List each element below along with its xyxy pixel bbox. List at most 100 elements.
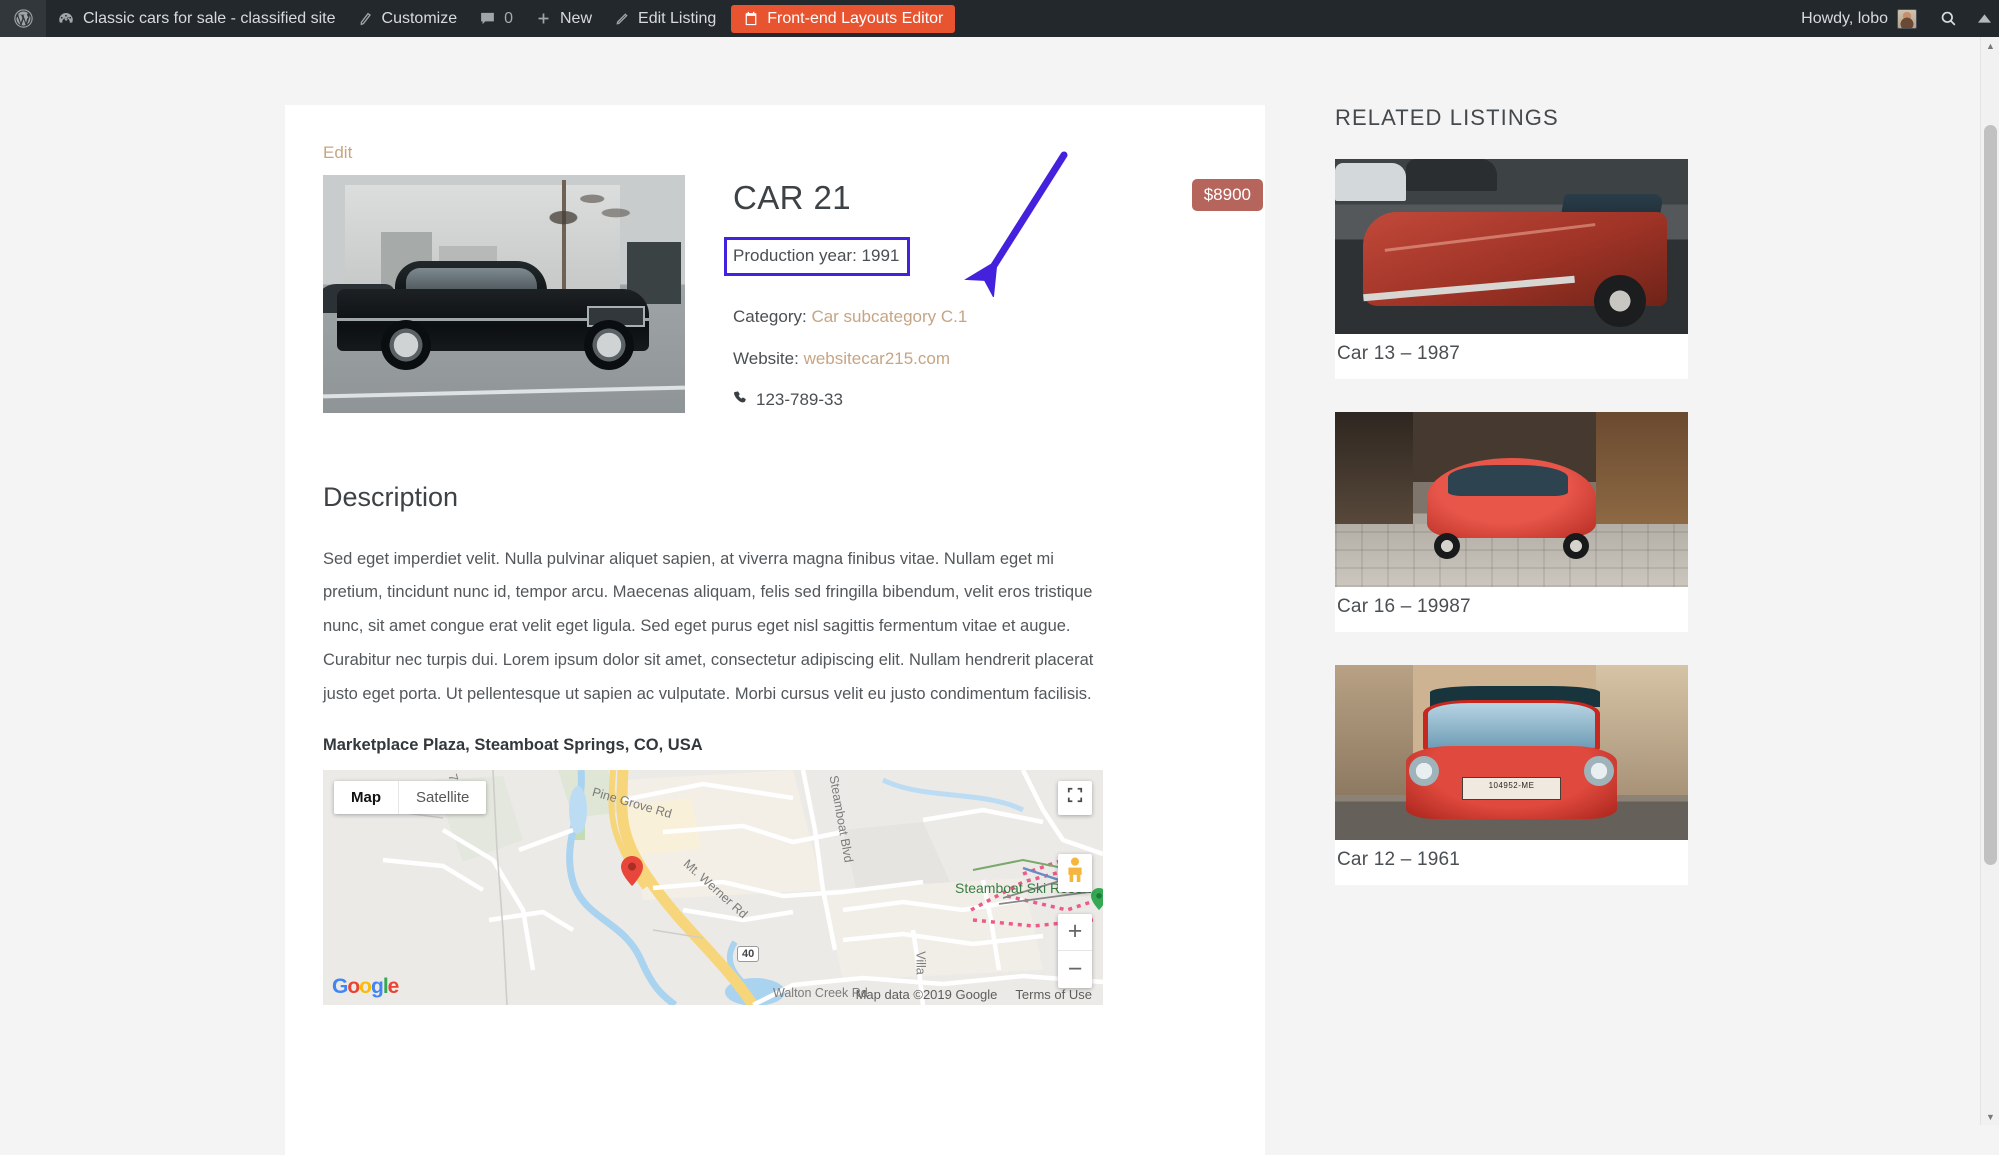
my-account-button[interactable]: Howdy, lobo xyxy=(1790,0,1928,37)
thumb-building-left xyxy=(1335,412,1413,524)
collapse-admin-bar-button[interactable] xyxy=(1969,0,1999,37)
new-label: New xyxy=(560,9,593,27)
production-year-row: Production year: 1991 xyxy=(723,236,1205,286)
thumb-car-windshield xyxy=(1423,700,1600,753)
website-label: Website: xyxy=(733,348,799,368)
resort-pin-icon xyxy=(1091,887,1103,910)
listing-address: Marketplace Plaza, Steamboat Springs, CO… xyxy=(323,735,703,754)
google-map[interactable]: Pine Grove Rd Steamboat Blvd Mt. Werner … xyxy=(323,769,1103,1005)
photo-tree-canopy xyxy=(511,179,642,228)
related-listing-title[interactable]: Car 13 – 1987 xyxy=(1335,334,1688,379)
category-link[interactable]: Car subcategory C.1 xyxy=(811,307,967,326)
related-listings-heading: RELATED LISTINGS xyxy=(1335,105,1559,130)
map-zoom-control: + − xyxy=(1058,913,1092,988)
clipboard-icon xyxy=(743,10,759,27)
comment-count: 0 xyxy=(504,9,513,27)
content-wrap: Edit CAR 21 Production year: 1991 Catego… xyxy=(285,105,1265,1155)
map-type-button-satellite[interactable]: Satellite xyxy=(399,781,486,814)
wordpress-logo-icon xyxy=(13,8,34,29)
listing-header-row: CAR 21 Production year: 1991 Category: C… xyxy=(323,175,1263,432)
price-badge: $8900 xyxy=(1191,179,1263,211)
admin-bar-search-button[interactable] xyxy=(1928,0,1969,37)
vertical-scrollbar[interactable]: ▲ ▼ xyxy=(1980,37,1999,1125)
front-end-layouts-editor-label: Front-end Layouts Editor xyxy=(767,9,944,27)
map-zoom-in-button[interactable]: + xyxy=(1058,914,1092,951)
category-row: Category: Car subcategory C.1 xyxy=(733,307,1205,327)
edit-post-link[interactable]: Edit xyxy=(323,143,352,163)
paintbrush-icon xyxy=(358,11,374,27)
description-heading: Description xyxy=(323,481,459,512)
thumb-car-glass xyxy=(1447,464,1568,496)
google-logo[interactable]: Google xyxy=(332,974,399,999)
thumb-license-plate: 104952-ME xyxy=(1462,777,1561,800)
photo-road-line xyxy=(323,385,685,399)
new-content-button[interactable]: New xyxy=(524,0,603,37)
plus-icon xyxy=(535,10,552,27)
website-row: Website: websitecar215.com xyxy=(733,349,1205,369)
map-data-attribution: Map data ©2019 Google xyxy=(855,986,998,1002)
phone-number: 123-789-33 xyxy=(756,390,843,410)
customize-button[interactable]: Customize xyxy=(347,0,469,37)
edit-listing-button[interactable]: Edit Listing xyxy=(603,0,727,37)
location-pin-icon[interactable] xyxy=(621,855,643,886)
production-year-label: Production year: xyxy=(733,246,857,265)
map-type-control: Map Satellite xyxy=(334,780,487,814)
map-zoom-out-button[interactable]: − xyxy=(1058,951,1092,988)
photo-car-wheel-front xyxy=(584,320,635,371)
related-listing-title[interactable]: Car 12 – 1961 xyxy=(1335,840,1688,885)
route-shield: 40 xyxy=(737,945,760,962)
comments-button[interactable]: 0 xyxy=(468,0,524,37)
phone-row: 123-789-33 xyxy=(733,390,1205,410)
description-section: Description Sed eget imperdiet velit. Nu… xyxy=(323,482,1205,1005)
scroll-down-arrow-icon[interactable]: ▼ xyxy=(1981,1108,1999,1125)
production-year-value: 1991 xyxy=(861,246,900,265)
category-label: Category: xyxy=(733,307,807,327)
related-listing-title[interactable]: Car 16 – 19987 xyxy=(1335,587,1688,632)
thumb-building-right xyxy=(1596,412,1688,528)
thumb-background-car-dark xyxy=(1405,159,1498,191)
listing-featured-image[interactable] xyxy=(323,175,685,413)
listing-title: CAR 21 xyxy=(733,179,851,216)
description-body: Sed eget imperdiet velit. Nulla pulvinar… xyxy=(323,549,1094,703)
search-icon xyxy=(1939,9,1958,28)
list-item[interactable]: 104952-ME Car 12 – 1961 xyxy=(1335,665,1688,885)
list-item[interactable]: Car 13 – 1987 xyxy=(1335,159,1688,379)
map-type-button-map[interactable]: Map xyxy=(334,780,399,814)
thumb-background-car-light xyxy=(1335,162,1406,201)
page-body: Edit CAR 21 Production year: 1991 Catego… xyxy=(0,37,1980,1155)
related-listing-thumbnail[interactable] xyxy=(1335,159,1688,334)
street-view-pegman-button[interactable] xyxy=(1058,853,1092,892)
thumb-headlamp xyxy=(1583,756,1614,786)
terms-of-use-link[interactable]: Terms of Use xyxy=(1015,987,1092,1002)
wp-admin-bar: Classic cars for sale - classified site … xyxy=(0,0,1999,37)
comment-bubble-icon xyxy=(479,10,496,27)
thumb-headlamp xyxy=(1409,756,1440,786)
related-listing-thumbnail[interactable]: 104952-ME xyxy=(1335,665,1688,840)
dashboard-icon xyxy=(57,10,75,28)
related-listings-sidebar: RELATED LISTINGS Car 13 – 1987 Car 16 – … xyxy=(1335,105,1715,918)
site-name-button[interactable]: Classic cars for sale - classified site xyxy=(46,0,347,37)
website-link[interactable]: websitecar215.com xyxy=(804,349,950,368)
wordpress-logo-button[interactable] xyxy=(0,0,46,37)
site-name-label: Classic cars for sale - classified site xyxy=(83,9,336,27)
map-fullscreen-button[interactable] xyxy=(1058,780,1092,815)
front-end-layouts-editor-button[interactable]: Front-end Layouts Editor xyxy=(731,4,956,33)
phone-icon xyxy=(733,390,748,410)
google-logo-letter: o xyxy=(347,974,360,998)
edit-listing-label: Edit Listing xyxy=(638,9,717,27)
fullscreen-icon xyxy=(1067,787,1083,808)
thumb-car-wheel xyxy=(1593,275,1646,327)
photo-car-wheel-rear xyxy=(380,320,431,371)
thumb-building-left xyxy=(1335,665,1413,795)
production-year-highlight: Production year: 1991 xyxy=(723,236,911,277)
photo-car-glass xyxy=(406,267,537,292)
related-listing-thumbnail[interactable] xyxy=(1335,412,1688,587)
list-item[interactable]: Car 16 – 19987 xyxy=(1335,412,1688,632)
howdy-label: Howdy, lobo xyxy=(1801,9,1888,27)
map-attribution: Map data ©2019 Google Terms of Use xyxy=(856,987,1092,1002)
pencil-icon xyxy=(614,11,630,27)
scrollbar-thumb[interactable] xyxy=(1984,125,1997,865)
avatar xyxy=(1897,8,1917,29)
scroll-up-arrow-icon[interactable]: ▲ xyxy=(1981,37,1999,54)
google-logo-letter: g xyxy=(371,974,384,998)
